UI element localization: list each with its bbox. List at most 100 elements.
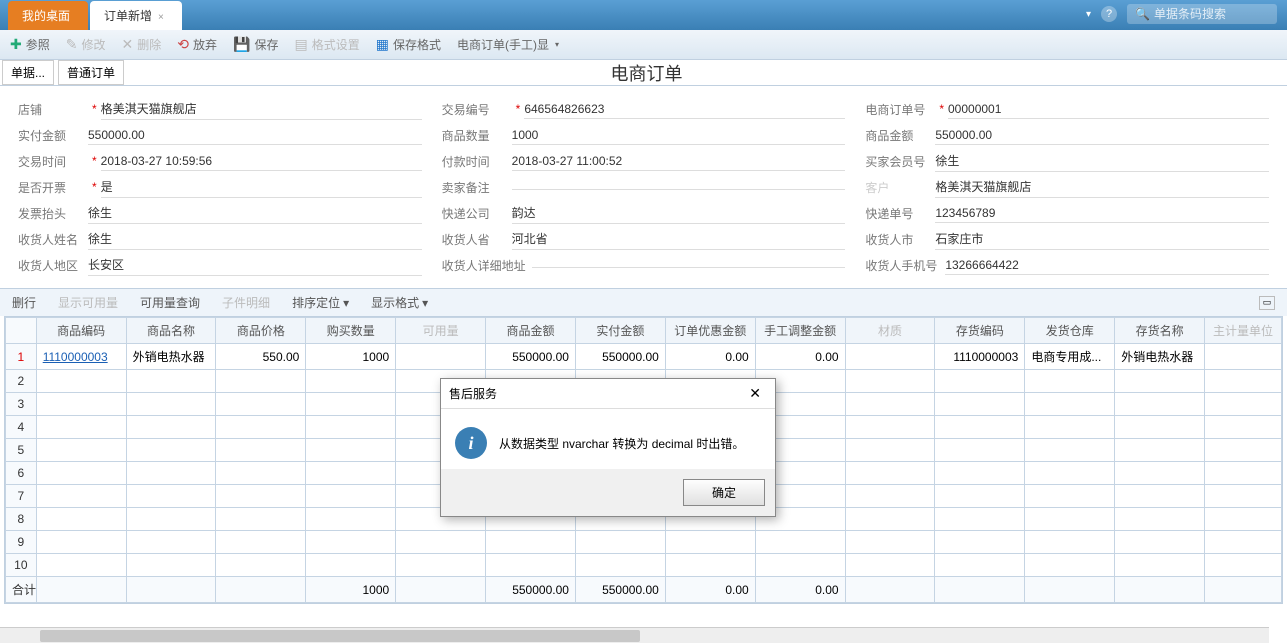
value[interactable]: 00000001 bbox=[948, 100, 1269, 119]
table-row[interactable]: 9 bbox=[6, 531, 1282, 554]
total-adj: 0.00 bbox=[755, 577, 845, 603]
close-icon[interactable]: ✕ bbox=[743, 385, 767, 402]
table-row[interactable]: 10 bbox=[6, 554, 1282, 577]
field-invoice: 是否开票*是 bbox=[18, 174, 422, 200]
cell-price[interactable]: 550.00 bbox=[216, 344, 306, 370]
value[interactable]: 550000.00 bbox=[88, 126, 422, 145]
cell-mat[interactable] bbox=[845, 344, 935, 370]
value[interactable]: 2018-03-27 11:00:52 bbox=[512, 152, 846, 171]
cell-name[interactable]: 外销电热水器 bbox=[126, 344, 216, 370]
col-amt[interactable]: 商品金额 bbox=[486, 318, 576, 344]
value[interactable] bbox=[512, 185, 846, 190]
value[interactable]: 550000.00 bbox=[935, 126, 1269, 145]
col-code[interactable]: 商品编码 bbox=[36, 318, 126, 344]
field-invoice-title: 发票抬头徐生 bbox=[18, 200, 422, 226]
col-buyqty[interactable]: 购买数量 bbox=[306, 318, 396, 344]
saveformat-button[interactable]: ▦保存格式 bbox=[376, 36, 441, 53]
cell-paid[interactable]: 550000.00 bbox=[575, 344, 665, 370]
cell-stockcode[interactable]: 1110000003 bbox=[935, 344, 1025, 370]
value[interactable]: 格美淇天猫旗舰店 bbox=[101, 98, 422, 120]
delete-button[interactable]: ✕删除 bbox=[122, 36, 162, 53]
app-tabs-bar: 我的桌面 订单新增× ▾ ? 🔍 bbox=[0, 0, 1287, 30]
save-button[interactable]: 💾保存 bbox=[233, 36, 278, 53]
save-icon: 💾 bbox=[233, 36, 250, 53]
col-stockcode[interactable]: 存货编码 bbox=[935, 318, 1025, 344]
value[interactable]: 2018-03-27 10:59:56 bbox=[101, 152, 422, 171]
col-adj[interactable]: 手工调整金额 bbox=[755, 318, 845, 344]
format-button[interactable]: ▤格式设置 bbox=[294, 36, 359, 53]
value[interactable]: 格美淇天猫旗舰店 bbox=[935, 176, 1269, 198]
cell-stockname[interactable]: 外销电热水器 bbox=[1115, 344, 1205, 370]
grid-menu-icon[interactable]: ▭ bbox=[1259, 296, 1275, 310]
chip-doc[interactable]: 单据... bbox=[2, 60, 54, 85]
col-disc[interactable]: 订单优惠金额 bbox=[665, 318, 755, 344]
field-shop: 店铺*格美淇天猫旗舰店 bbox=[18, 96, 422, 122]
horizontal-scrollbar[interactable] bbox=[0, 627, 1269, 643]
chip-normal-order[interactable]: 普通订单 bbox=[58, 60, 124, 85]
value[interactable]: 13266664422 bbox=[945, 256, 1269, 275]
delrow-button[interactable]: 删行 bbox=[12, 294, 36, 311]
col-paid[interactable]: 实付金额 bbox=[575, 318, 665, 344]
sub-detail-button[interactable]: 子件明细 bbox=[222, 294, 270, 311]
cell-buyqty[interactable]: 1000 bbox=[306, 344, 396, 370]
dispfmt-button[interactable]: 显示格式▾ bbox=[371, 294, 428, 311]
col-price[interactable]: 商品价格 bbox=[216, 318, 306, 344]
field-amount: 商品金额550000.00 bbox=[865, 122, 1269, 148]
col-name[interactable]: 商品名称 bbox=[126, 318, 216, 344]
value[interactable] bbox=[532, 263, 846, 268]
value[interactable]: 是 bbox=[101, 176, 422, 198]
tab-desktop[interactable]: 我的桌面 bbox=[8, 1, 88, 30]
label: 收货人省 bbox=[442, 231, 512, 248]
chevron-down-icon[interactable]: ▾ bbox=[1086, 9, 1091, 20]
query-avail-button[interactable]: 可用量查询 bbox=[140, 294, 200, 311]
value[interactable]: 河北省 bbox=[512, 228, 846, 250]
label: 收货人姓名 bbox=[18, 231, 88, 248]
scrollbar-thumb[interactable] bbox=[40, 630, 640, 642]
total-amt: 550000.00 bbox=[486, 577, 576, 603]
table-row[interactable]: 1 1110000003 外销电热水器 550.00 1000 550000.0… bbox=[6, 344, 1282, 370]
sub-bar: 单据... 普通订单 电商订单 bbox=[0, 60, 1287, 86]
cell-rownum: 5 bbox=[6, 439, 37, 462]
cell-rownum: 9 bbox=[6, 531, 37, 554]
cell-uom[interactable] bbox=[1205, 344, 1282, 370]
ok-button[interactable]: 确定 bbox=[683, 479, 765, 506]
col-mat[interactable]: 材质 bbox=[845, 318, 935, 344]
value[interactable]: 长安区 bbox=[88, 254, 422, 276]
col-wh[interactable]: 发货仓库 bbox=[1025, 318, 1115, 344]
sort-button[interactable]: 排序定位▾ bbox=[292, 294, 349, 311]
search-input[interactable] bbox=[1154, 7, 1274, 21]
field-qty: 商品数量1000 bbox=[442, 122, 846, 148]
value[interactable]: 123456789 bbox=[935, 204, 1269, 223]
ref-icon: ✚ bbox=[10, 36, 22, 53]
cell-avail[interactable] bbox=[396, 344, 486, 370]
tab-new-order[interactable]: 订单新增× bbox=[90, 1, 182, 30]
value[interactable]: 1000 bbox=[512, 126, 846, 145]
ref-button[interactable]: ✚参照 bbox=[10, 36, 50, 53]
show-avail-button[interactable]: 显示可用量 bbox=[58, 294, 118, 311]
edit-button[interactable]: ✎修改 bbox=[66, 36, 106, 53]
tab-desktop-label: 我的桌面 bbox=[22, 9, 70, 23]
cell-wh[interactable]: 电商专用成... bbox=[1025, 344, 1115, 370]
label: 付款时间 bbox=[442, 153, 512, 170]
info-icon: i bbox=[455, 427, 487, 459]
cell-disc[interactable]: 0.00 bbox=[665, 344, 755, 370]
edit-label: 修改 bbox=[81, 36, 105, 53]
cell-adj[interactable]: 0.00 bbox=[755, 344, 845, 370]
label: 商品数量 bbox=[442, 127, 512, 144]
help-icon[interactable]: ? bbox=[1101, 6, 1117, 22]
col-uom[interactable]: 主计量单位 bbox=[1205, 318, 1282, 344]
ecom-manual-button[interactable]: 电商订单(手工)显▾ bbox=[457, 36, 559, 53]
value[interactable]: 646564826623 bbox=[524, 100, 845, 119]
cell-code[interactable]: 1110000003 bbox=[36, 344, 126, 370]
value[interactable]: 徐生 bbox=[88, 228, 422, 250]
col-avail[interactable]: 可用量 bbox=[396, 318, 486, 344]
close-icon[interactable]: × bbox=[158, 12, 164, 23]
value[interactable]: 徐生 bbox=[88, 202, 422, 224]
value[interactable]: 韵达 bbox=[512, 202, 846, 224]
value[interactable]: 石家庄市 bbox=[935, 228, 1269, 250]
col-stockname[interactable]: 存货名称 bbox=[1115, 318, 1205, 344]
value[interactable]: 徐生 bbox=[935, 150, 1269, 172]
global-search[interactable]: 🔍 bbox=[1127, 4, 1277, 24]
discard-button[interactable]: ⟲放弃 bbox=[177, 36, 217, 53]
cell-amt[interactable]: 550000.00 bbox=[486, 344, 576, 370]
